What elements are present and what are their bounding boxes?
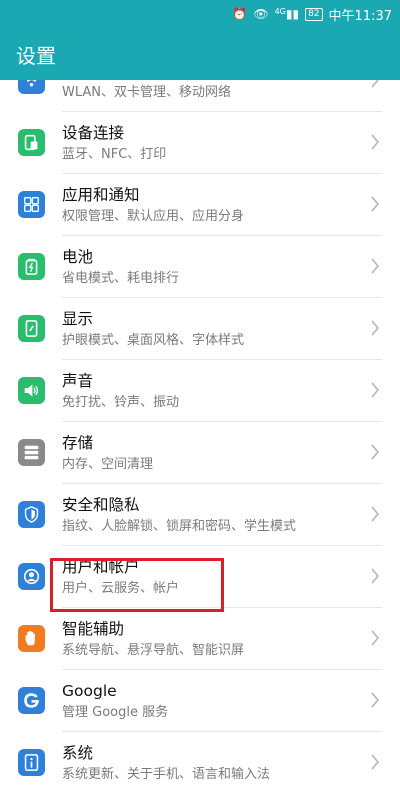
- alarm-icon: ⏰: [232, 7, 248, 21]
- setting-item-subtitle: 权限管理、默认应用、应用分身: [62, 209, 245, 224]
- chevron-right-icon: [370, 568, 380, 584]
- setting-item-title: 系统: [62, 744, 94, 762]
- setting-item-google[interactable]: Google 管理 Google 服务: [0, 670, 400, 732]
- google-icon: [18, 687, 45, 714]
- battery-icon: 82: [305, 7, 323, 21]
- device-connection-icon: [18, 129, 45, 156]
- setting-item-subtitle: 内存、空间清理: [62, 457, 154, 472]
- user-icon: [18, 563, 45, 590]
- chevron-right-icon: [370, 506, 380, 522]
- setting-item-users-accounts[interactable]: 用户和帐户用户、云服务、帐户: [0, 546, 400, 608]
- settings-list[interactable]: 无线和网络WLAN、双卡管理、移动网络设备连接蓝牙、NFC、打印应用和通知权限管…: [0, 50, 400, 794]
- info-icon: [18, 749, 45, 776]
- setting-item-title: 存储: [62, 434, 94, 452]
- chevron-right-icon: [370, 444, 380, 460]
- page-title: 设置: [16, 43, 56, 68]
- setting-item-title: 声音: [62, 372, 94, 390]
- setting-item-storage[interactable]: 存储 内存、空间清理: [0, 422, 400, 484]
- setting-item-subtitle: 免打扰、铃声、振动: [62, 395, 180, 410]
- setting-item-title: Google: [62, 682, 117, 700]
- battery-level: 82: [308, 8, 320, 19]
- setting-item-subtitle: 管理 Google 服务: [62, 705, 169, 720]
- signal-icon: 4G▮▮: [274, 7, 300, 21]
- setting-item-subtitle: 用户、云服务、帐户: [62, 581, 180, 596]
- app-bar: 设置: [0, 28, 400, 80]
- setting-item-text: 应用和通知权限管理、默认应用、应用分身: [62, 184, 360, 226]
- status-bar: ⏰ 👁 4G▮▮ 82 中午11:37: [0, 0, 400, 28]
- shield-icon: [18, 501, 45, 528]
- clock: 中午11:37: [328, 8, 392, 24]
- setting-item-text: 设备连接蓝牙、NFC、打印: [62, 122, 360, 164]
- setting-item-title: 智能辅助: [62, 620, 125, 638]
- signal-type: 4G: [274, 7, 286, 16]
- setting-item-battery[interactable]: 电池省电模式、耗电排行: [0, 236, 400, 298]
- setting-item-title: 安全和隐私: [62, 496, 140, 514]
- apps-grid-icon: [18, 191, 45, 218]
- storage-icon: [18, 439, 45, 466]
- setting-item-text: 显示护眼模式、桌面风格、字体样式: [62, 308, 360, 350]
- setting-item-text: 智能辅助系统导航、悬浮导航、智能识屏: [62, 618, 360, 660]
- chevron-right-icon: [370, 258, 380, 274]
- display-icon: [18, 315, 45, 342]
- setting-item-title: 用户和帐户: [62, 558, 140, 576]
- setting-item-subtitle: 系统导航、悬浮导航、智能识屏: [62, 643, 245, 658]
- setting-item-text: 安全和隐私指纹、人脸解锁、锁屏和密码、学生模式: [62, 494, 360, 536]
- chevron-right-icon: [370, 196, 380, 212]
- chevron-right-icon: [370, 134, 380, 150]
- chevron-right-icon: [370, 382, 380, 398]
- setting-item-subtitle: 护眼模式、桌面风格、字体样式: [62, 333, 245, 348]
- eye-icon: 👁: [253, 7, 269, 21]
- setting-item-title: 设备连接: [62, 124, 125, 142]
- setting-item-sound[interactable]: 声音免打扰、铃声、振动: [0, 360, 400, 422]
- setting-item-system[interactable]: 系统系统更新、关于手机、语言和输入法: [0, 732, 400, 794]
- chevron-right-icon: [370, 754, 380, 770]
- chevron-right-icon: [370, 320, 380, 336]
- setting-item-subtitle: 系统更新、关于手机、语言和输入法: [62, 767, 271, 782]
- setting-item-security-privacy[interactable]: 安全和隐私指纹、人脸解锁、锁屏和密码、学生模式: [0, 484, 400, 546]
- setting-item-title: 应用和通知: [62, 186, 140, 204]
- speaker-icon: [18, 377, 45, 404]
- chevron-right-icon: [370, 630, 380, 646]
- setting-item-text: 电池省电模式、耗电排行: [62, 246, 360, 288]
- setting-item-text: Google 管理 Google 服务: [62, 680, 360, 722]
- hand-icon: [18, 625, 45, 652]
- setting-item-text: 系统系统更新、关于手机、语言和输入法: [62, 742, 360, 784]
- setting-item-subtitle: 指纹、人脸解锁、锁屏和密码、学生模式: [62, 519, 297, 534]
- setting-item-text: 声音免打扰、铃声、振动: [62, 370, 360, 412]
- setting-item-subtitle: 蓝牙、NFC、打印: [62, 147, 167, 162]
- chevron-right-icon: [370, 692, 380, 708]
- setting-item-title: 电池: [62, 248, 94, 266]
- setting-item-display[interactable]: 显示护眼模式、桌面风格、字体样式: [0, 298, 400, 360]
- setting-item-title: 显示: [62, 310, 94, 328]
- setting-item-device-connection[interactable]: 设备连接蓝牙、NFC、打印: [0, 112, 400, 174]
- setting-item-subtitle: 省电模式、耗电排行: [62, 271, 180, 286]
- battery-icon: [18, 253, 45, 280]
- setting-item-text: 用户和帐户用户、云服务、帐户: [62, 556, 360, 598]
- setting-item-apps-notifications[interactable]: 应用和通知权限管理、默认应用、应用分身: [0, 174, 400, 236]
- setting-item-subtitle: WLAN、双卡管理、移动网络: [62, 85, 232, 100]
- setting-item-text: 存储 内存、空间清理: [62, 432, 360, 474]
- setting-item-accessibility[interactable]: 智能辅助系统导航、悬浮导航、智能识屏: [0, 608, 400, 670]
